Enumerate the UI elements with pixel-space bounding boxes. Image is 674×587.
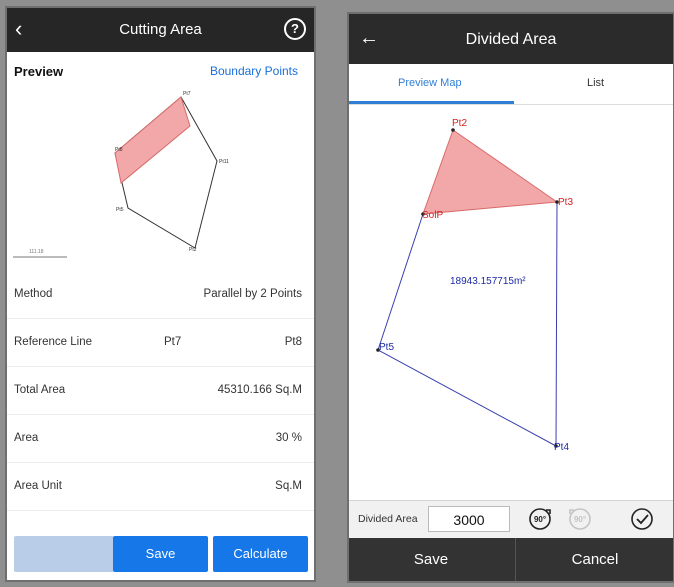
calculate-button[interactable]: Calculate (213, 536, 308, 572)
total-area-label: Total Area (14, 384, 66, 396)
point-label-pt5: Pt5 (379, 342, 394, 353)
point-label-pt11: Pt11 (219, 159, 229, 165)
tab-bar: Preview Map List (349, 64, 673, 105)
divided-area-input[interactable]: 3000 (428, 506, 510, 532)
divided-area-screen: ← Divided Area Preview Map List Pt2 Pt3 … (349, 14, 673, 581)
area-value-label: 18943.157715m² (450, 276, 526, 287)
total-area-value: 45310.166 Sq.M (217, 384, 302, 396)
area-unit-label: Area Unit (14, 480, 62, 492)
cut-area-highlight (114, 96, 191, 184)
page-title: Divided Area (465, 31, 557, 48)
rotate-cw-label: 90° (534, 515, 546, 524)
area-value[interactable]: 30 % (276, 432, 302, 444)
preview-title: Preview (14, 64, 64, 79)
header-bar: ← Divided Area (349, 14, 673, 64)
point-label-solp: SolP (422, 210, 443, 221)
scale-text: 111.18 (29, 249, 44, 255)
point-label-pt7: Pt7 (183, 91, 191, 97)
save-button[interactable]: Save (349, 538, 513, 581)
rotate-ccw-label: 90° (574, 515, 586, 524)
tab-preview-map[interactable]: Preview Map (398, 77, 462, 89)
bottom-buttons: Save Cancel (349, 538, 673, 581)
remaining-area-outline (377, 201, 558, 447)
total-area-row: Total Area 45310.166 Sq.M (7, 366, 314, 415)
method-row[interactable]: Method Parallel by 2 Points (7, 270, 314, 319)
area-label: Area (14, 432, 39, 444)
tab-list[interactable]: List (587, 77, 604, 89)
reference-line-to[interactable]: Pt8 (285, 336, 302, 348)
area-row[interactable]: Area 30 % (7, 414, 314, 463)
point-label-pt8: Pt8 (115, 147, 123, 153)
divided-area-label: Divided Area (358, 513, 418, 525)
save-button[interactable]: Save (113, 536, 208, 572)
preview-map[interactable]: Pt2 Pt3 SolP Pt5 Pt4 18943.157715m² (349, 104, 673, 500)
rotate-ccw-icon[interactable]: 90° (567, 506, 593, 532)
reference-line-from[interactable]: Pt7 (164, 336, 181, 348)
page-title: Cutting Area (119, 21, 202, 38)
preview-map[interactable]: Pt7 Pt8 Pt11 Pt5 Pt2 111.18 (7, 83, 314, 263)
header-bar: ‹ Cutting Area ? (7, 8, 314, 52)
reference-line-label: Reference Line (14, 336, 92, 348)
point-label-pt3: Pt3 (558, 197, 573, 208)
area-unit-row[interactable]: Area Unit Sq.M (7, 462, 314, 511)
point-label-pt2: Pt2 (452, 118, 467, 129)
cutting-area-screen: ‹ Cutting Area ? Preview Boundary Points… (7, 8, 314, 580)
point-label-pt4: Pt4 (554, 442, 569, 453)
help-icon[interactable]: ? (284, 18, 306, 40)
point-label-pt2: Pt2 (189, 247, 197, 253)
area-unit-value[interactable]: Sq.M (275, 480, 302, 492)
cancel-button[interactable]: Cancel (515, 538, 673, 581)
divided-area-bar: Divided Area 3000 90° 90° (349, 500, 673, 539)
boundary-points-link[interactable]: Boundary Points (210, 64, 298, 78)
bottom-buttons: Save Calculate (7, 536, 314, 580)
rotate-cw-icon[interactable]: 90° (527, 506, 553, 532)
point-label-pt5: Pt5 (116, 207, 124, 213)
disabled-button (14, 536, 114, 572)
reference-line-row: Reference Line Pt7 Pt8 (7, 318, 314, 367)
cut-area-highlight (422, 129, 559, 215)
method-label: Method (14, 288, 53, 300)
method-value[interactable]: Parallel by 2 Points (204, 288, 302, 300)
check-circle-icon[interactable] (629, 506, 655, 532)
